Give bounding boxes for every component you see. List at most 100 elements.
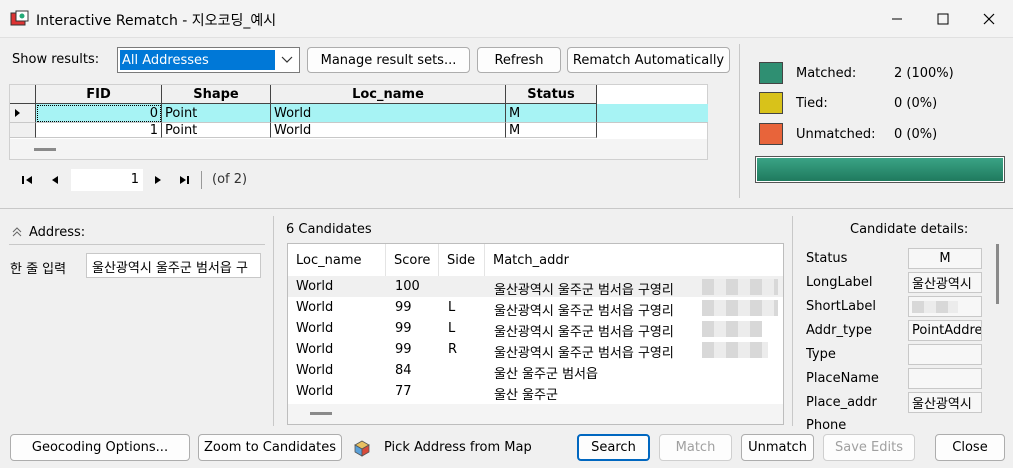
column-header-status[interactable]: Status <box>506 85 597 104</box>
scrollbar-thumb[interactable] <box>310 412 332 415</box>
candidates-header-match-addr[interactable]: Match_addr <box>485 244 783 276</box>
cell-status[interactable]: M <box>506 104 597 123</box>
row-header-corner <box>10 85 36 104</box>
address-field-input[interactable]: 울산광역시 울주군 범서읍 구 <box>86 253 261 278</box>
cell-loc-name[interactable]: World <box>271 104 506 123</box>
candidate-loc: World <box>296 321 334 336</box>
candidate-row[interactable]: World 99 L 울산광역시 울주군 범서읍 구영리 <box>288 318 783 340</box>
chevron-down-icon <box>281 56 293 63</box>
tied-swatch <box>759 92 783 114</box>
candidate-row[interactable]: World 99 R 울산광역시 울주군 범서읍 구영리 <box>288 339 783 361</box>
refresh-button[interactable]: Refresh <box>477 47 561 73</box>
candidate-addr: 울산광역시 울주군 범서읍 구영리 <box>494 346 674 361</box>
candidate-score: 100 <box>395 279 420 294</box>
last-record-icon[interactable] <box>177 174 191 186</box>
address-field-label: 한 줄 입력 <box>10 262 67 277</box>
match-progress-bar <box>755 156 1005 183</box>
candidates-header-side[interactable]: Side <box>439 244 485 276</box>
redacted-text <box>702 342 768 358</box>
cell-shape[interactable]: Point <box>162 104 271 123</box>
previous-record-icon[interactable] <box>49 174 61 186</box>
close-window-button[interactable] <box>966 0 1012 38</box>
candidate-score: 99 <box>395 300 412 315</box>
match-button[interactable]: Match <box>659 434 732 461</box>
cell-loc-name[interactable]: World <box>271 123 506 138</box>
redacted-text <box>702 321 762 337</box>
candidate-addr: 울산광역시 울주군 범서읍 구영리 <box>494 283 674 298</box>
minimize-icon <box>892 18 902 20</box>
detail-label: ShortLabel <box>806 299 876 314</box>
row-selector[interactable] <box>10 104 36 123</box>
details-panel: Status M LongLabel 울산광역시 ShortLabel Addr… <box>806 244 986 429</box>
scrollbar-thumb[interactable] <box>34 148 56 151</box>
candidate-row[interactable]: World 77 울산 울주군 <box>288 381 783 403</box>
pick-address-label: Pick Address from Map <box>384 440 532 455</box>
search-button[interactable]: Search <box>577 434 650 461</box>
detail-label: LongLabel <box>806 275 873 290</box>
rematch-automatically-button[interactable]: Rematch Automatically <box>567 47 730 73</box>
candidate-side: L <box>448 300 456 315</box>
manage-result-sets-button[interactable]: Manage result sets... <box>307 47 470 73</box>
show-results-dropdown[interactable]: All Addresses <box>117 47 300 73</box>
candidate-row[interactable]: World 84 울산 울주군 범서읍 <box>288 360 783 382</box>
detail-label: Status <box>806 251 848 266</box>
detail-value[interactable]: 울산광역시 <box>908 392 982 413</box>
cell-shape[interactable]: Point <box>162 123 271 138</box>
geocoding-options-button[interactable]: Geocoding Options... <box>10 434 190 461</box>
candidates-header-loc-name[interactable]: Loc_name <box>288 244 386 276</box>
maximize-button[interactable] <box>920 0 966 38</box>
detail-value[interactable]: 울산광역시 <box>908 272 982 293</box>
detail-value[interactable] <box>908 344 982 365</box>
detail-value[interactable] <box>908 296 982 317</box>
vertical-splitter[interactable] <box>792 216 793 426</box>
pick-address-from-map-button[interactable]: Pick Address from Map <box>352 434 532 461</box>
candidates-title: 6 Candidates <box>286 222 372 237</box>
detail-label: Phone <box>806 418 847 429</box>
horizontal-splitter[interactable] <box>0 208 1013 209</box>
record-number-input[interactable]: 1 <box>71 169 143 191</box>
vertical-splitter[interactable] <box>273 216 274 426</box>
unmatched-swatch <box>759 123 783 145</box>
detail-value[interactable]: PointAddre <box>908 320 982 341</box>
save-edits-button[interactable]: Save Edits <box>823 434 915 461</box>
detail-value[interactable] <box>908 368 982 389</box>
details-title: Candidate details: <box>850 222 969 237</box>
details-scrollbar-thumb[interactable] <box>996 244 999 304</box>
next-record-icon[interactable] <box>152 174 164 186</box>
first-record-icon[interactable] <box>21 174 35 186</box>
candidate-loc: World <box>296 342 334 357</box>
address-title: Address: <box>29 225 86 240</box>
results-table: FID Shape Loc_name Status 0 Point World … <box>9 84 708 160</box>
column-header-shape[interactable]: Shape <box>162 85 271 104</box>
candidate-score: 84 <box>395 363 412 378</box>
candidates-header-score[interactable]: Score <box>386 244 439 276</box>
detail-value[interactable]: M <box>908 248 982 269</box>
candidate-loc: World <box>296 279 334 294</box>
pick-from-map-icon <box>354 440 370 457</box>
row-selector[interactable] <box>10 123 36 138</box>
cell-fid[interactable]: 0 <box>36 104 162 123</box>
vertical-splitter[interactable] <box>739 44 740 198</box>
candidate-row[interactable]: World 99 L 울산광역시 울주군 범서읍 구영리 <box>288 297 783 319</box>
tied-label: Tied: <box>796 96 828 111</box>
minimize-button[interactable] <box>874 0 920 38</box>
candidate-addr: 울산광역시 울주군 범서읍 구영리 <box>494 325 674 340</box>
cell-status[interactable]: M <box>506 123 597 138</box>
cell-fid[interactable]: 1 <box>36 123 162 138</box>
unmatched-label: Unmatched: <box>796 127 876 142</box>
horizontal-scrollbar[interactable] <box>10 139 707 159</box>
candidates-table: Loc_name Score Side Match_addr World 100… <box>287 243 784 425</box>
column-header-loc-name[interactable]: Loc_name <box>271 85 506 104</box>
tied-value: 0 (0%) <box>894 96 938 111</box>
unmatch-button[interactable]: Unmatch <box>741 434 814 461</box>
column-header-fid[interactable]: FID <box>36 85 162 104</box>
zoom-to-candidates-button[interactable]: Zoom to Candidates <box>198 434 342 461</box>
close-icon <box>983 13 995 25</box>
candidates-scrollbar[interactable] <box>288 404 783 424</box>
candidate-loc: World <box>296 384 334 399</box>
candidate-score: 99 <box>395 321 412 336</box>
collapse-chevron-icon[interactable] <box>12 227 22 237</box>
close-button[interactable]: Close <box>935 434 1005 461</box>
candidate-row[interactable]: World 100 울산광역시 울주군 범서읍 구영리 <box>288 276 783 298</box>
navigator-divider <box>201 171 202 189</box>
